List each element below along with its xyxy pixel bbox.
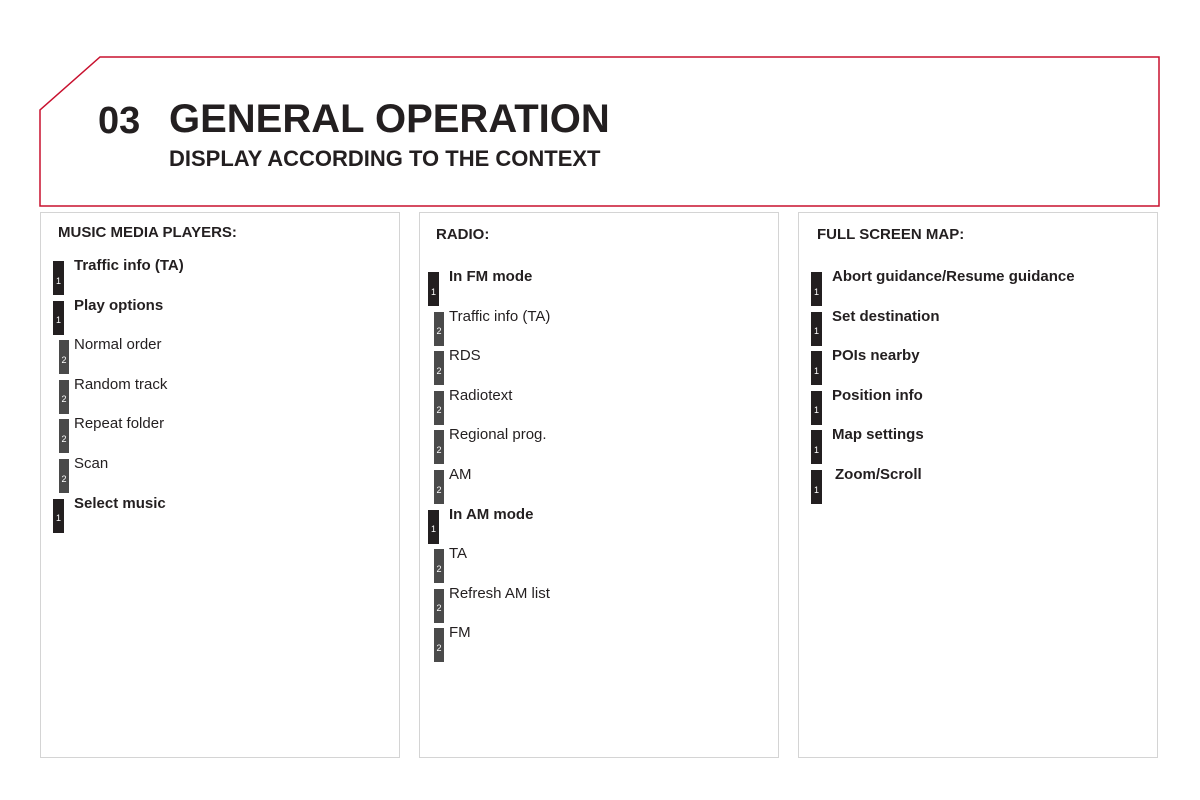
menu-item-label: Repeat folder bbox=[74, 415, 165, 433]
chapter-number: 03 bbox=[98, 100, 141, 142]
menu-level-badge: 2 bbox=[434, 588, 444, 623]
menu-item-label: Position info bbox=[832, 386, 923, 404]
panel-music-media-players: MUSIC MEDIA PLAYERS: 1 Traffic info (TA) 1… bbox=[40, 212, 400, 758]
menu-item-label: Random track bbox=[74, 375, 168, 393]
menu-level-badge: 1 bbox=[428, 272, 439, 306]
menu-item-label: Radiotext bbox=[449, 386, 513, 404]
panel-radio: RADIO: 1 In FM mode 2 Traffic info (TA) 2 RDS… bbox=[419, 212, 779, 758]
menu-level-badge: 1 bbox=[811, 430, 822, 465]
panel-title: MUSIC MEDIA PLAYERS: bbox=[58, 224, 237, 241]
panel-title: FULL SCREEN MAP: bbox=[817, 226, 965, 243]
menu-item-label: POIs nearby bbox=[832, 347, 920, 365]
menu-level-badge: 1 bbox=[811, 390, 822, 425]
menu-level-badge: 1 bbox=[53, 300, 64, 335]
menu-item-label: Scan bbox=[74, 455, 109, 472]
chapter-header: 03 GENERAL OPERATION DISPLAY ACCORDING T… bbox=[0, 0, 1200, 220]
menu-level-badge: 2 bbox=[434, 311, 444, 346]
menu-item-label: Play options bbox=[74, 296, 164, 314]
menu-level-badge: 1 bbox=[53, 498, 64, 533]
menu-item-label: Map settings bbox=[832, 426, 924, 444]
menu-item-label: FM bbox=[449, 624, 471, 642]
menu-level-badge: 2 bbox=[434, 470, 444, 504]
menu-level-badge: 2 bbox=[434, 351, 444, 386]
menu-item-label: Regional prog. bbox=[449, 426, 547, 444]
menu-level-badge: 1 bbox=[811, 470, 822, 504]
menu-item-label: Select music bbox=[74, 494, 166, 512]
menu-item-label: Traffic info (TA) bbox=[449, 307, 551, 325]
menu-item-label: TA bbox=[449, 545, 468, 563]
menu-level-badge: 2 bbox=[434, 430, 444, 465]
menu-item-label: RDS bbox=[449, 347, 481, 365]
menu-level-badge: 2 bbox=[434, 549, 444, 584]
panel-title: RADIO: bbox=[436, 226, 490, 243]
menu-item-label: Set destination bbox=[832, 307, 940, 325]
menu-level-badge: 2 bbox=[434, 628, 444, 663]
menu-item-label: In FM mode bbox=[449, 268, 533, 285]
menu-item-label: Zoom/Scroll bbox=[835, 466, 922, 483]
menu-level-badge: 1 bbox=[811, 351, 822, 386]
menu-item-label: Traffic info (TA) bbox=[74, 257, 184, 274]
page-title: GENERAL OPERATION bbox=[169, 97, 610, 141]
menu-level-badge: 1 bbox=[811, 311, 822, 346]
menu-level-badge: 1 bbox=[53, 261, 64, 295]
menu-item-label: In AM mode bbox=[449, 505, 534, 523]
menu-item-label: Abort guidance/Resume guidance bbox=[832, 268, 1075, 285]
menu-level-badge: 1 bbox=[811, 272, 822, 306]
panel-full-screen-map: FULL SCREEN MAP: 1 Abort guidance/Resume … bbox=[798, 212, 1158, 758]
menu-level-badge: 2 bbox=[59, 459, 69, 493]
menu-item-label: AM bbox=[449, 466, 472, 483]
menu-level-badge: 2 bbox=[59, 419, 69, 454]
menu-item-label: Refresh AM list bbox=[449, 584, 550, 602]
menu-level-badge: 2 bbox=[434, 390, 444, 425]
page-subtitle: DISPLAY ACCORDING TO THE CONTEXT bbox=[169, 146, 601, 171]
menu-item-label: Normal order bbox=[74, 336, 162, 354]
menu-level-badge: 2 bbox=[59, 379, 69, 414]
menu-level-badge: 1 bbox=[428, 509, 439, 544]
menu-level-badge: 2 bbox=[59, 340, 69, 375]
